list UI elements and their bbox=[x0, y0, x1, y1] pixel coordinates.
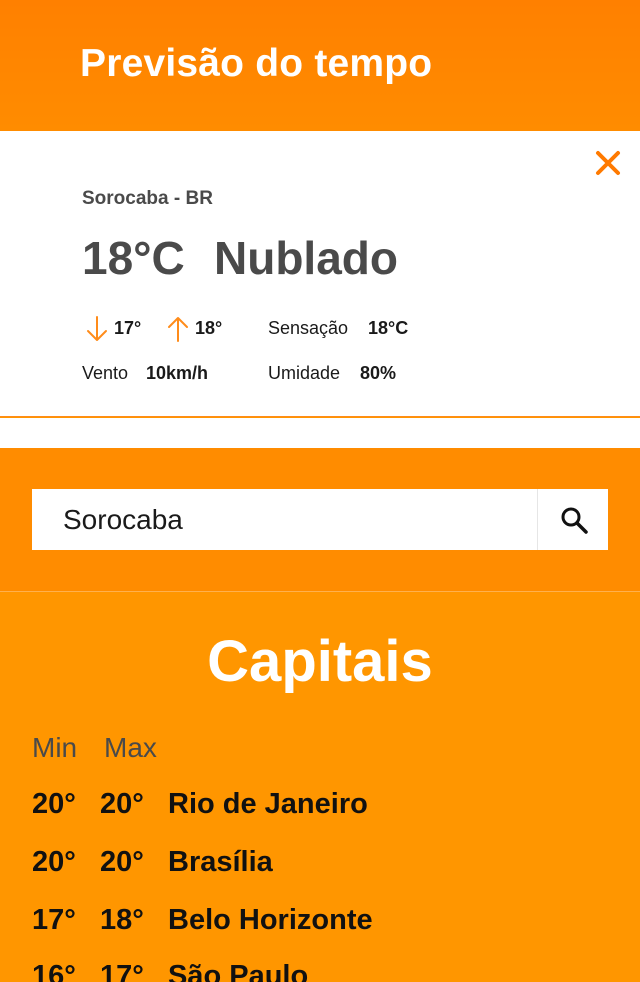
capital-row: 20° 20° Brasília bbox=[0, 846, 640, 886]
search-icon bbox=[561, 507, 588, 534]
capital-min: 17° bbox=[32, 904, 76, 936]
close-icon bbox=[596, 151, 620, 175]
capital-max: 20° bbox=[100, 846, 144, 878]
location-label: Sorocaba - BR bbox=[82, 188, 213, 209]
weather-condition: Nublado bbox=[214, 232, 398, 284]
app-header: Previsão do tempo bbox=[0, 0, 640, 131]
min-column-header: Min bbox=[32, 732, 78, 763]
capital-name: Belo Horizonte bbox=[168, 904, 373, 936]
search-input[interactable] bbox=[32, 489, 537, 550]
capitais-title: Capitais bbox=[207, 629, 433, 694]
wind-label: Vento bbox=[82, 363, 129, 383]
arrow-up-icon bbox=[168, 317, 188, 342]
arrow-down-icon bbox=[87, 316, 107, 341]
feels-like-label: Sensação bbox=[268, 318, 349, 338]
current-temperature: 18°C bbox=[82, 232, 185, 284]
card-spacer bbox=[0, 418, 640, 448]
feels-like-value: 18°C bbox=[368, 318, 409, 338]
capital-max: 20° bbox=[100, 788, 144, 820]
humidity-value: 80% bbox=[360, 363, 397, 383]
capital-name: Brasília bbox=[168, 846, 273, 878]
close-button[interactable] bbox=[594, 149, 622, 177]
capital-name: São Paulo bbox=[168, 960, 309, 982]
wind-value: 10km/h bbox=[146, 363, 209, 383]
capital-name: Rio de Janeiro bbox=[168, 788, 368, 820]
capital-min: 20° bbox=[32, 788, 76, 820]
min-temperature: 17° bbox=[114, 318, 142, 338]
capital-min: 20° bbox=[32, 846, 76, 878]
capital-max: 17° bbox=[100, 960, 144, 982]
capital-row: 20° 20° Rio de Janeiro bbox=[0, 788, 640, 828]
humidity-label: Umidade bbox=[268, 363, 341, 383]
search-button[interactable] bbox=[537, 489, 608, 550]
max-temperature: 18° bbox=[195, 318, 223, 338]
capital-row: 16° 17° São Paulo bbox=[0, 942, 640, 982]
capital-max: 18° bbox=[100, 904, 144, 936]
page-title: Previsão do tempo bbox=[80, 42, 433, 85]
capital-row: 17° 18° Belo Horizonte bbox=[0, 904, 640, 944]
max-column-header: Max bbox=[104, 732, 157, 763]
capital-min: 16° bbox=[32, 960, 76, 982]
